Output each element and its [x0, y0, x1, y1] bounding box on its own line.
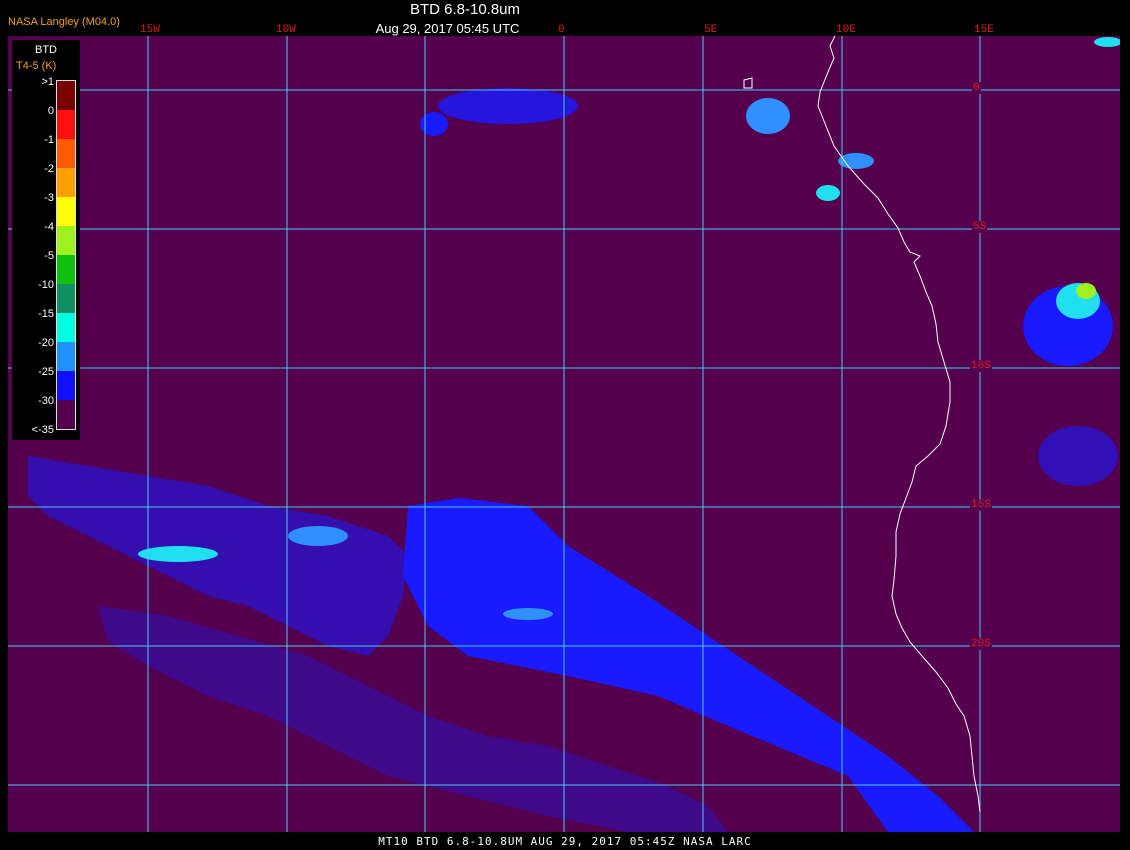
- cloud-cell-north-3: [816, 185, 840, 201]
- lat-label-10s: 10S: [970, 360, 992, 372]
- lon-label-0: 0: [558, 24, 565, 36]
- island-outline: [743, 77, 753, 89]
- producer-label: NASA Langley (M04.0): [8, 16, 120, 28]
- legend-title: BTD: [35, 44, 57, 56]
- cloud-cell-north-2: [838, 153, 874, 169]
- legend-label: -5: [44, 250, 54, 262]
- lat-label-5s: 5S: [972, 221, 988, 233]
- legend-swatch: [57, 197, 75, 226]
- legend-swatch: [57, 284, 75, 313]
- legend-swatch: [57, 400, 75, 429]
- legend-swatch: [57, 255, 75, 284]
- lat-label-15s: 15S: [970, 499, 992, 511]
- lat-lon-grid: [8, 36, 1120, 832]
- legend-label: -4: [44, 221, 54, 233]
- legend-subtitle: T4-5 (K): [16, 60, 57, 72]
- legend-swatch: [57, 110, 75, 139]
- legend-label: >1: [41, 76, 54, 88]
- legend-swatch: [57, 226, 75, 255]
- cloud-streak-west: [138, 546, 218, 562]
- legend-label: -15: [38, 308, 54, 320]
- cloud-band-west: [28, 456, 408, 656]
- legend-labels: >1 0 -1 -2 -3 -4 -5 -10 -15 -20 -25 -30 …: [14, 76, 54, 453]
- legend-swatch: [57, 342, 75, 371]
- legend-label: -20: [38, 337, 54, 349]
- legend-label: -30: [38, 395, 54, 407]
- legend-label: -1: [44, 134, 54, 146]
- lon-label-15w: 15W: [140, 24, 160, 36]
- legend-label: 0: [47, 105, 54, 117]
- legend-label: <-35: [31, 424, 54, 436]
- legend-swatch: [57, 313, 75, 342]
- legend-swatch: [57, 81, 75, 110]
- lat-label-20s: 20S: [970, 638, 992, 650]
- legend-label: -25: [38, 366, 54, 378]
- satellite-image-frame: 0 5S 10S 15S 20S NASA Langley (M04.0) BT…: [0, 0, 1130, 850]
- cloud-cell-east-lower: [1038, 426, 1118, 486]
- cloud-cell-nw: [438, 88, 578, 124]
- legend-swatch: [57, 168, 75, 197]
- legend-color-bar: [56, 80, 76, 430]
- map-area: 0 5S 10S 15S 20S: [8, 36, 1120, 832]
- lon-label-5e: 5E: [704, 24, 718, 36]
- cloud-features: [28, 37, 1120, 832]
- cloud-cell-north-1: [746, 98, 790, 134]
- product-title: BTD 6.8-10.8um: [409, 1, 521, 18]
- legend-label: -2: [44, 163, 54, 175]
- lon-label-10e: 10E: [836, 24, 856, 36]
- lon-label-10w: 10W: [276, 24, 296, 36]
- footer-caption: MT10 BTD 6.8-10.8UM AUG 29, 2017 05:45Z …: [378, 835, 752, 848]
- map-canvas: [8, 36, 1120, 832]
- cloud-cell-nw-top: [1094, 37, 1120, 47]
- legend-label: -3: [44, 192, 54, 204]
- legend-swatch: [57, 371, 75, 400]
- color-legend: BTD T4-5 (K) >1 0 -1 -2 -3 -4 -5 -10 -15…: [12, 40, 80, 440]
- cloud-cell-small: [420, 112, 448, 136]
- image-datetime: Aug 29, 2017 05:45 UTC: [375, 21, 520, 36]
- lat-label-0: 0: [972, 82, 981, 94]
- legend-swatch: [57, 139, 75, 168]
- cloud-spot-plume: [503, 608, 553, 620]
- cloud-streak-mid: [288, 526, 348, 546]
- legend-label: -10: [38, 279, 54, 291]
- cloud-cell-east-peak: [1076, 283, 1096, 299]
- lon-label-15e: 15E: [974, 24, 994, 36]
